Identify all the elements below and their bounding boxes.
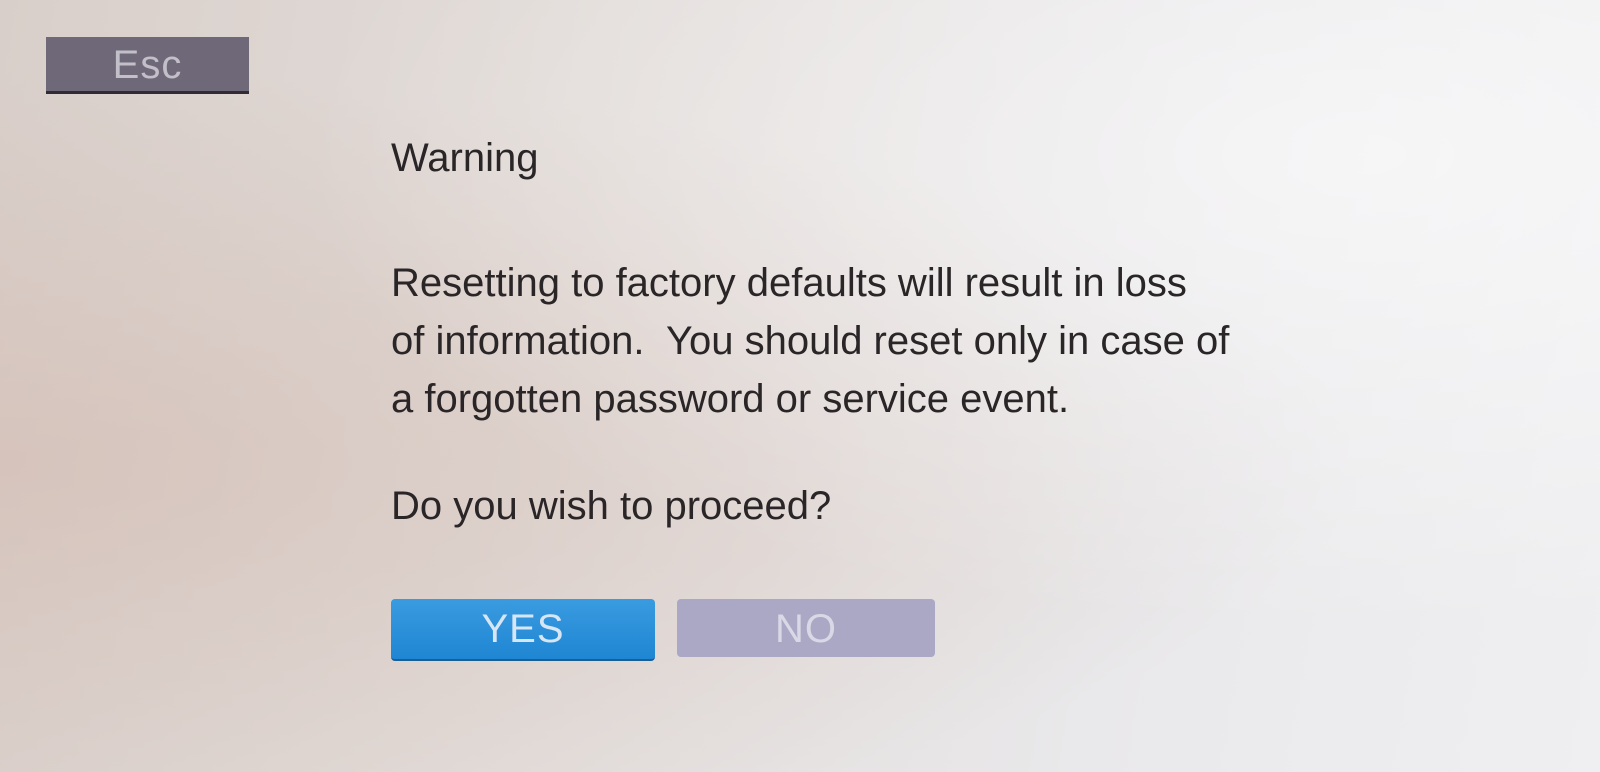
yes-button[interactable]: YES bbox=[391, 599, 655, 661]
confirm-question: Do you wish to proceed? bbox=[391, 484, 832, 528]
esc-button[interactable]: Esc bbox=[46, 37, 249, 94]
warning-message: Resetting to factory defaults will resul… bbox=[391, 254, 1571, 428]
dialog-title: Warning bbox=[391, 136, 539, 180]
warning-dialog: Warning Resetting to factory defaults wi… bbox=[391, 130, 1571, 534]
message-line: Resetting to factory defaults will resul… bbox=[391, 261, 1187, 305]
message-line: a forgotten password or service event. bbox=[391, 377, 1070, 421]
no-button[interactable]: NO bbox=[677, 599, 935, 657]
message-line: of information. You should reset only in… bbox=[391, 319, 1230, 363]
